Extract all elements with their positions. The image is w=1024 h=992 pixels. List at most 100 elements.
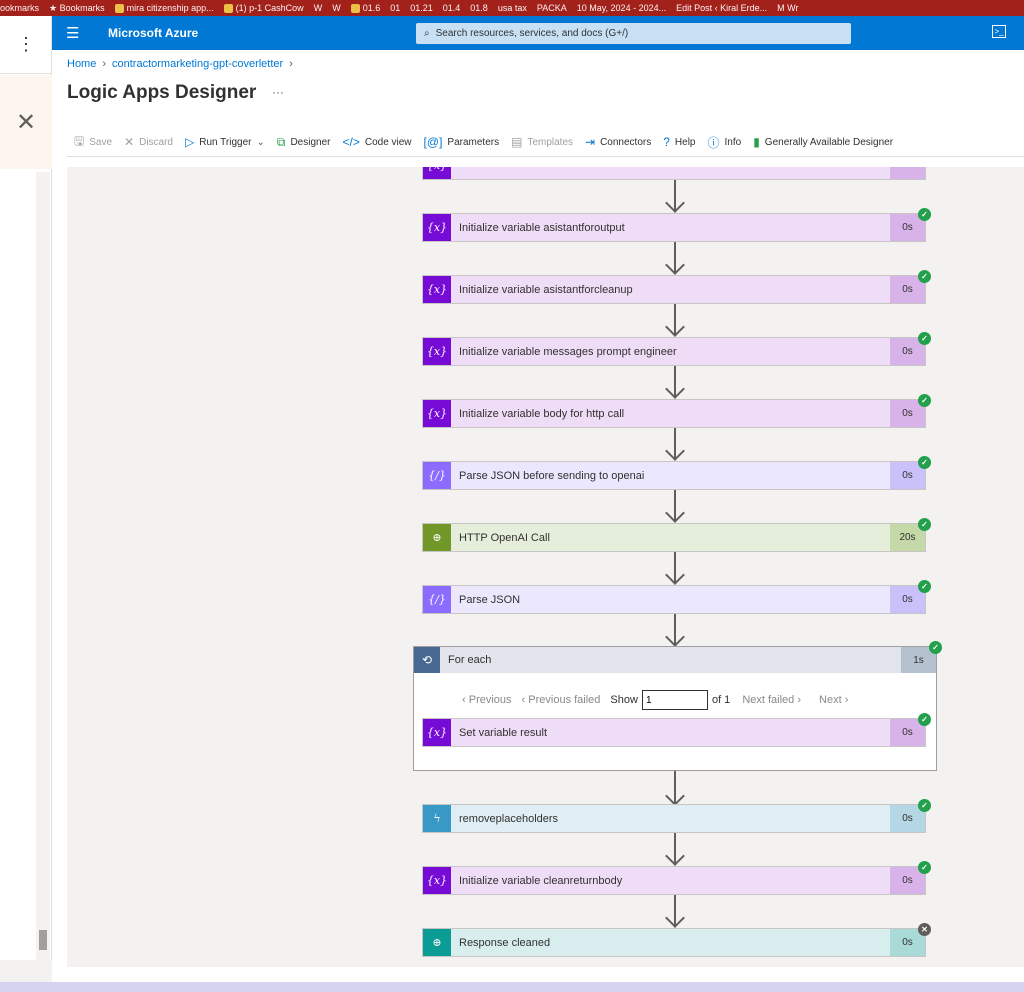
templates-label: Templates [527, 136, 574, 148]
previous-failed-button[interactable]: ‹ Previous failed [522, 694, 601, 706]
close-icon[interactable]: ✕ [0, 75, 52, 169]
step-card[interactable]: {x} Initialize variable messages prompt … [422, 337, 926, 366]
breadcrumb: Home › contractormarketing-gpt-coverlett… [67, 58, 293, 70]
bookmark-item[interactable]: 01.4 [443, 3, 461, 13]
parse-json-icon: {/} [423, 462, 451, 489]
step-title: Parse JSON [459, 593, 521, 606]
next-button[interactable]: Next › [819, 694, 848, 706]
step-card[interactable]: ϟ removeplaceholders 0s [422, 804, 926, 833]
bookmark-item[interactable]: PACKA [537, 3, 567, 13]
search-input[interactable]: ⌕ Search resources, services, and docs (… [416, 23, 851, 44]
more-options-icon[interactable]: ··· [272, 85, 284, 99]
step-card[interactable]: {/} Parse JSON before sending to openai … [422, 461, 926, 490]
inner-step-card[interactable]: {x} Set variable result 0s [422, 718, 926, 747]
code-icon: </> [342, 135, 360, 149]
portal-brand[interactable]: Microsoft Azure [108, 26, 198, 40]
ga-designer-button[interactable]: ▮ Generally Available Designer [753, 135, 893, 149]
arrowhead [665, 565, 685, 585]
run-trigger-button[interactable]: ▷ Run Trigger ⌄ [185, 135, 265, 149]
run-trigger-label: Run Trigger [199, 136, 252, 148]
bookmark-icon [350, 3, 360, 13]
bookmark-item[interactable]: usa tax [498, 3, 527, 13]
success-check-icon: ✓ [929, 641, 942, 654]
of-label: of 1 [711, 694, 731, 706]
bookmark-item[interactable]: mira citizenship app... [114, 3, 214, 13]
response-globe-icon: ⊕ [423, 929, 451, 956]
parameters-button[interactable]: [@] Parameters [424, 135, 500, 149]
breadcrumb-resource-link[interactable]: contractormarketing-gpt-coverletter [112, 58, 283, 70]
success-check-icon: ✓ [918, 580, 931, 593]
search-placeholder: Search resources, services, and docs (G+… [435, 28, 629, 39]
step-card[interactable]: {x} Initialize variable asistantforclean… [422, 275, 926, 304]
code-view-button[interactable]: </> Code view [342, 135, 411, 149]
bookmark-item[interactable]: W [314, 3, 323, 13]
step-card[interactable]: {x} Initialize variable cleanreturnbody … [422, 866, 926, 895]
templates-button[interactable]: ▤ Templates [511, 135, 573, 149]
designer-icon: ⧉ [276, 134, 286, 149]
more-vertical-icon[interactable]: ⋮ [0, 16, 52, 74]
step-card[interactable]: ⊕ HTTP OpenAI Call 20s [422, 523, 926, 552]
step-title: Set variable result [459, 726, 548, 739]
scrollbar-thumb[interactable] [39, 930, 47, 950]
chevron-right-icon: › [102, 58, 107, 70]
discard-icon: ✕ [124, 135, 135, 149]
arrowhead [665, 846, 685, 866]
arrowhead [665, 441, 685, 461]
bookmark-item[interactable]: ★ Bookmarks [49, 3, 105, 14]
previous-button[interactable]: ‹ Previous [462, 694, 512, 706]
step-card[interactable]: {/} Parse JSON 0s [422, 585, 926, 614]
bookmark-item[interactable]: 01.21 [410, 3, 433, 13]
arrowhead [665, 255, 685, 275]
arrowhead [665, 627, 685, 647]
success-check-icon: ✓ [918, 332, 931, 345]
bookmark-item[interactable]: 10 May, 2024 - 2024... [577, 3, 666, 13]
success-check-icon: ✓ [918, 208, 931, 221]
skipped-x-icon: ✕ [918, 923, 931, 936]
chevron-down-icon: ⌄ [256, 136, 265, 148]
save-button[interactable]: 🖫 Save [74, 132, 112, 153]
scrollbar[interactable] [36, 172, 50, 962]
bookmark-item[interactable]: 01 [390, 3, 400, 13]
help-button[interactable]: ? Help [663, 135, 695, 149]
bookmark-item[interactable]: (1) p-1 CashCow [223, 3, 304, 13]
variable-icon: {x} [423, 338, 451, 365]
bookmark-item[interactable]: ookmarks [0, 3, 39, 13]
step-card[interactable]: {x} Initialize variable asistantforoutpu… [422, 213, 926, 242]
info-label: Info [724, 136, 742, 148]
step-card[interactable]: {x} Initialize variable body for http ca… [422, 399, 926, 428]
connectors-icon: ⇥ [585, 135, 596, 149]
bookmark-item[interactable]: W [332, 3, 341, 13]
info-button[interactable]: ⓘ Info [707, 134, 741, 151]
next-failed-button[interactable]: Next failed › [742, 694, 801, 706]
help-icon: ? [663, 135, 670, 149]
show-label: Show [610, 694, 638, 706]
step-card[interactable]: ⊕ Response cleaned 0s [422, 928, 926, 957]
bookmark-item[interactable]: Edit Post ‹ Kiral Erde... [676, 3, 767, 13]
hamburger-menu-icon[interactable]: ☰ [66, 24, 79, 42]
arrowhead [665, 503, 685, 523]
info-icon: ⓘ [707, 135, 720, 150]
step-title: Initialize variable cleanreturnbody [459, 874, 623, 887]
previous-step-card[interactable]: {x} [422, 167, 926, 180]
bookmark-icon [223, 3, 233, 13]
designer-canvas[interactable]: {x} {x} Initialize variable asistantforo… [67, 167, 1024, 967]
designer-button[interactable]: ⧉ Designer [277, 135, 331, 150]
help-label: Help [674, 136, 696, 148]
for-each-header[interactable]: ⟲ For each 1s [414, 647, 936, 673]
connectors-button[interactable]: ⇥ Connectors [585, 135, 651, 149]
designer-label: Designer [290, 136, 331, 148]
breadcrumb-home-link[interactable]: Home [67, 58, 96, 70]
bookmark-item[interactable]: M Wr [777, 3, 798, 13]
outer-left-panel: ⋮ ✕ [0, 16, 52, 992]
discard-button[interactable]: ✕ Discard [124, 135, 173, 149]
http-globe-icon: ⊕ [423, 524, 451, 551]
iteration-input[interactable] [641, 690, 708, 710]
step-title: Parse JSON before sending to openai [459, 469, 645, 482]
discard-label: Discard [139, 136, 173, 148]
bookmark-item[interactable]: 01.8 [470, 3, 488, 13]
bookmark-item[interactable]: 01.6 [350, 3, 380, 13]
step-title: Initialize variable messages prompt engi… [459, 345, 677, 358]
variable-icon: {x} [423, 719, 451, 746]
cloud-shell-icon[interactable]: >_ [992, 25, 1006, 38]
for-each-scope[interactable]: ⟲ For each 1s ‹ Previous ‹ Previous fail… [413, 646, 937, 771]
